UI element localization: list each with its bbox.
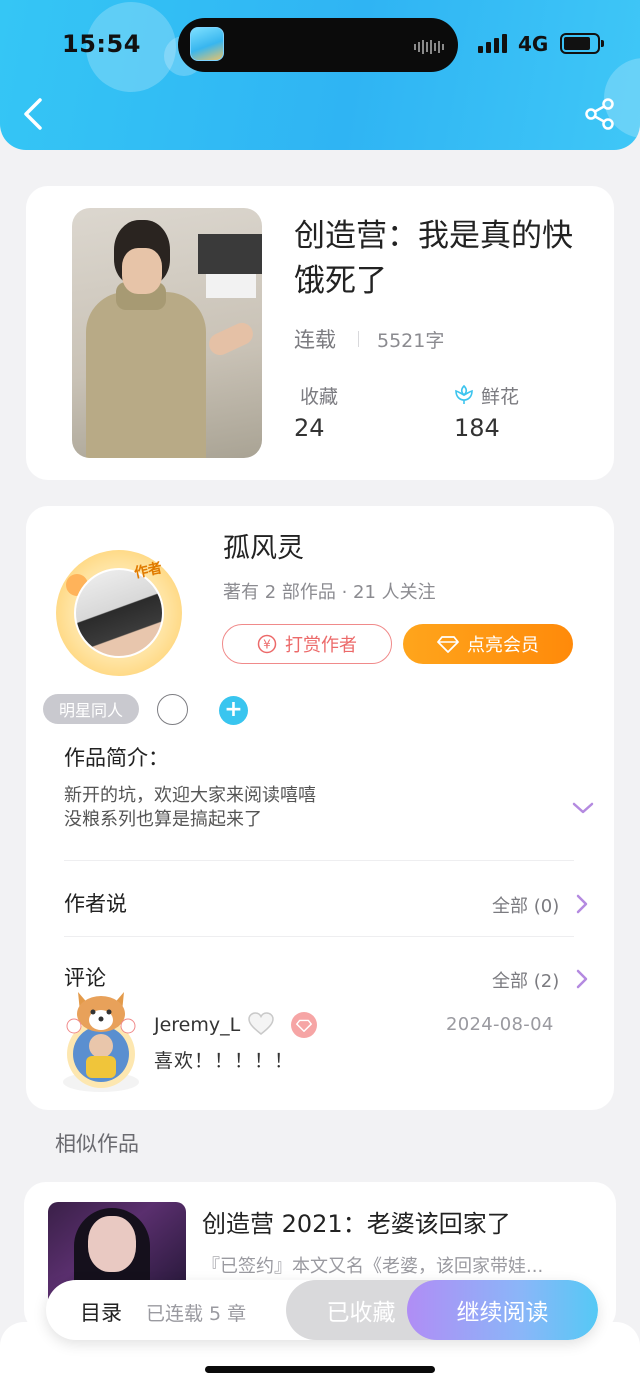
battery-icon [560, 33, 604, 54]
intro-text: 新开的坑，欢迎大家来阅读嘻嘻 没粮系列也算是搞起来了 [64, 784, 544, 832]
action-bar: 目录 已连载 5 章 已收藏 继续阅读 [46, 1280, 598, 1340]
cover-decor [86, 292, 206, 458]
heart-icon [248, 1012, 274, 1035]
author-name[interactable]: 孤风灵 [223, 526, 304, 565]
chevron-right-icon[interactable] [576, 894, 588, 914]
cover-decor [206, 274, 256, 298]
tip-author-label: 打赏作者 [285, 635, 357, 656]
book-info-card: 创造营：我是真的快饿死了 连载 5521字 收藏 24 鲜花 184 [26, 186, 614, 480]
word-count: 5521字 [377, 330, 445, 352]
commenter-avatar[interactable] [56, 984, 146, 1094]
comment-text: 喜欢！！！！！ [154, 1050, 295, 1072]
chevron-down-icon[interactable] [571, 801, 595, 815]
comments-all-link[interactable]: 全部 (2) [492, 967, 559, 993]
book-cover[interactable] [72, 208, 262, 458]
continue-reading-button[interactable]: 继续阅读 [407, 1280, 598, 1340]
commenter-name[interactable]: Jeremy_L [154, 1014, 240, 1036]
author-meta: 著有 2 部作品 · 21 人关注 [223, 582, 436, 603]
divider [358, 331, 359, 347]
vip-label: 点亮会员 [467, 635, 539, 656]
author-avatar [74, 568, 164, 658]
chevron-left-icon[interactable] [20, 96, 50, 132]
cover-decor [122, 248, 162, 294]
similar-works-title: 相似作品 [55, 1132, 139, 1156]
svg-text:¥: ¥ [263, 638, 271, 652]
flower-icon [455, 384, 473, 404]
book-title: 创造营：我是真的快饿死了 [294, 218, 573, 299]
similar-work-desc: 『已签约』本文又名《老婆，该回家带娃... [202, 1256, 544, 1277]
audio-wave-icon [414, 40, 444, 54]
diamond-icon [437, 636, 459, 653]
comment-date: 2024-08-04 [446, 1014, 554, 1035]
flowers-label: 鲜花 [481, 386, 520, 408]
intro-line: 新开的坑，欢迎大家来阅读嘻嘻 [64, 785, 316, 806]
flowers-count: 184 [454, 414, 500, 442]
author-avatar-frame[interactable]: 作者 [56, 550, 182, 676]
favorites-label: 收藏 [300, 386, 339, 408]
intro-line: 没粮系列也算是搞起来了 [64, 809, 262, 830]
chevron-right-icon[interactable] [576, 969, 588, 989]
author-tag: 作者 [132, 560, 164, 582]
status-time: 15:54 [62, 30, 141, 58]
vip-button[interactable]: 点亮会员 [403, 624, 573, 664]
author-says-title: 作者说 [64, 892, 127, 916]
vip-badge-icon [291, 1012, 317, 1038]
detail-card: 作者 孤风灵 著有 2 部作品 · 21 人关注 ¥ 打赏作者 点亮会员 明星同… [26, 506, 614, 1110]
author-says-all-link[interactable]: 全部 (0) [492, 892, 559, 918]
cover-decor [205, 319, 257, 359]
divider [64, 936, 574, 937]
book-status: 连载 [294, 328, 336, 352]
similar-work-title: 创造营 2021：老婆该回家了 [202, 1210, 511, 1238]
network-type: 4G [518, 32, 549, 56]
tip-author-button[interactable]: ¥ 打赏作者 [222, 624, 392, 664]
home-indicator [205, 1366, 435, 1373]
divider [64, 860, 574, 861]
coin-icon: ¥ [257, 634, 277, 654]
share-icon[interactable] [584, 98, 616, 130]
top-header: 15:54 4G [0, 0, 640, 150]
intro-title: 作品简介： [64, 746, 169, 770]
tag-placeholder[interactable] [157, 694, 188, 725]
genre-tag[interactable]: 明星同人 [43, 694, 139, 724]
favorites-count: 24 [294, 414, 325, 442]
app-icon [190, 27, 224, 61]
chapter-count: 已连载 5 章 [146, 1303, 247, 1325]
add-tag-button[interactable]: + [219, 696, 248, 725]
signal-icon [478, 34, 507, 53]
cover-decor [198, 234, 262, 274]
cover-decor [88, 1216, 136, 1272]
dynamic-island [178, 18, 458, 72]
toc-button[interactable]: 目录 [80, 1297, 122, 1327]
